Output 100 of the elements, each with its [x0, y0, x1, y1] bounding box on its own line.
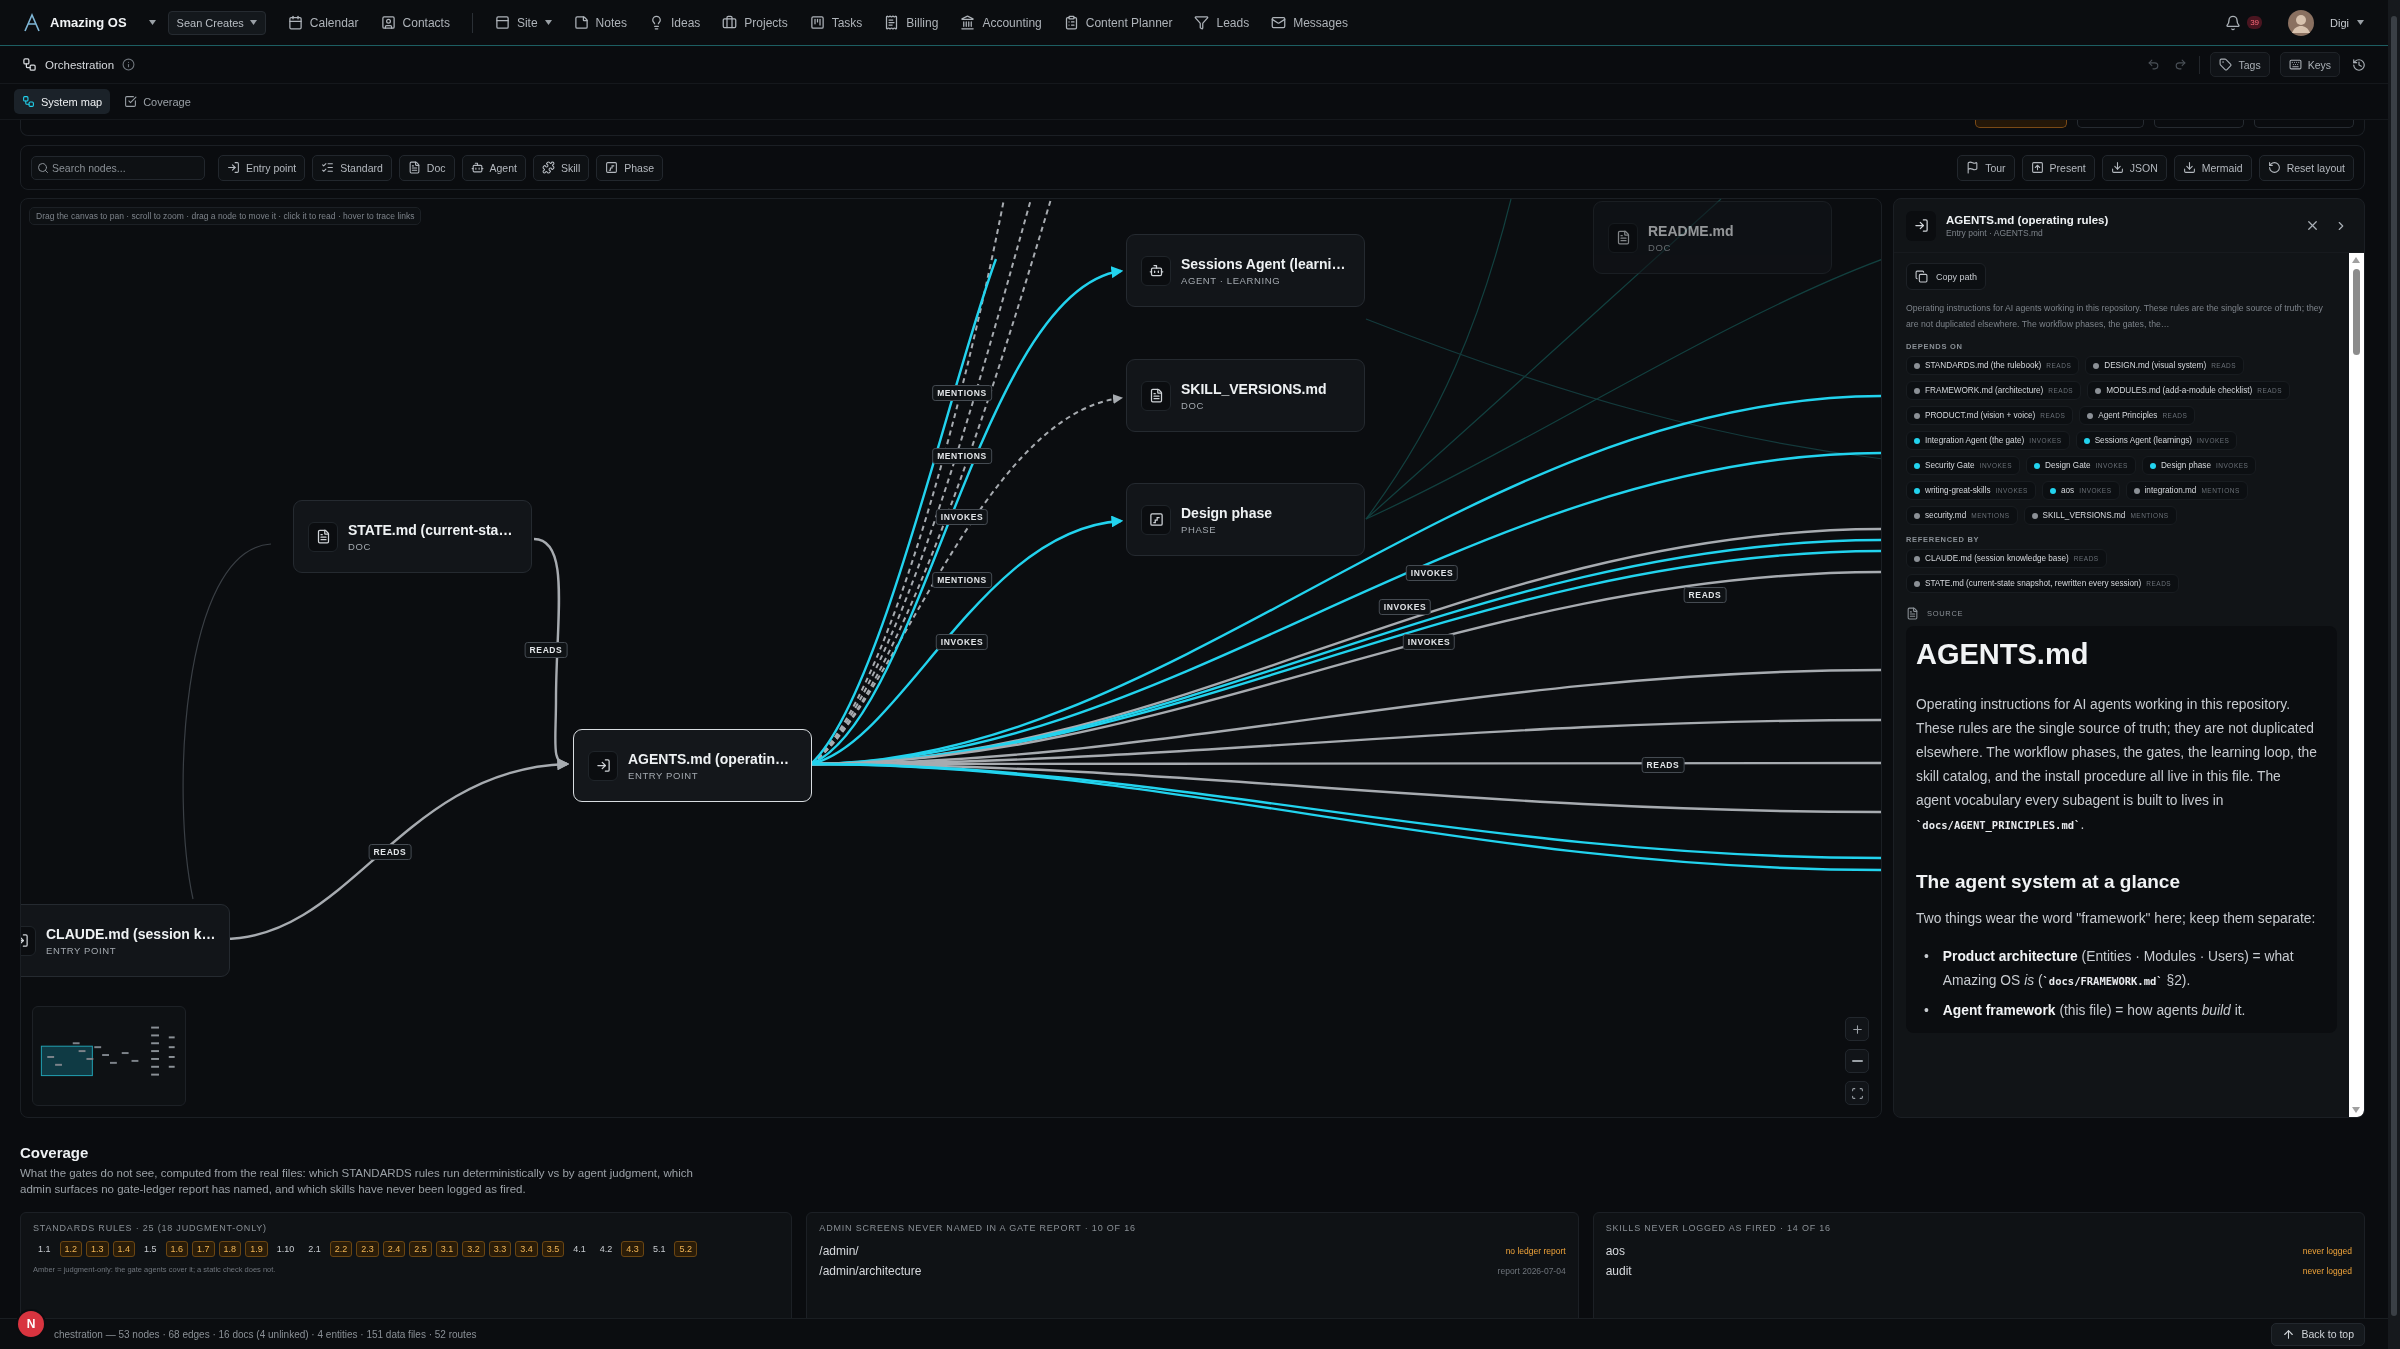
card-title: SKILLS NEVER LOGGED AS FIRED · 14 OF 16 — [1605, 1223, 1832, 1233]
node-type: ENTRY POINT — [46, 944, 118, 956]
nav-link[interactable]: Site — [494, 15, 552, 30]
report-status: no ledger report — [1505, 1246, 1566, 1256]
panel-subtitle: Entry point · AGENTS.md — [1946, 227, 2044, 238]
document-list-item: Agent framework (this file) = how agents build it. — [1942, 1002, 2246, 1020]
rule-tag: 1.9 — [245, 1241, 268, 1257]
node-title: AGENTS.md (operatin… — [628, 750, 789, 767]
graph-node[interactable]: CLAUDE.md (session k… ENTRY POINT — [21, 904, 230, 977]
rule-tag: 4.1 — [568, 1241, 591, 1257]
toolbar-button[interactable]: Present — [2021, 154, 2095, 181]
graph-node[interactable]: SKILL_VERSIONS.md DOC — [1126, 359, 1365, 432]
document-heading: AGENTS.md — [1916, 638, 2090, 671]
nav-link[interactable]: Ideas — [648, 15, 701, 30]
rule-tag: 2.5 — [409, 1241, 432, 1257]
node-type: DOC — [1648, 241, 1672, 253]
filter-button[interactable]: Doc — [398, 154, 455, 181]
nav-link[interactable]: Calendar — [287, 15, 359, 30]
skill-name: audit — [1605, 1264, 1632, 1278]
document-list-item: Product architecture (Entities · Modules · Users) = what Amazing OS is (`docs/FRAMEWORK.md` §2). — [1942, 948, 2295, 990]
card-title: ADMIN SCREENS NEVER NAMED IN A GATE REPORT · 10 OF 16 — [819, 1223, 1137, 1233]
filter-button[interactable]: Phase — [596, 154, 663, 181]
graph-node[interactable]: AGENTS.md (operatin… ENTRY POINT — [573, 729, 812, 802]
route-path: /admin/ — [819, 1244, 859, 1258]
graph-summary: chestration — 53 nodes · 68 edges · 16 docs (4 unlinked) · 4 entities · 151 data files · 52 routes — [54, 1328, 477, 1340]
notification-count: 39 — [2247, 16, 2263, 29]
edge-label: INVOKES — [1405, 565, 1459, 581]
node-type: AGENT · LEARNING — [1181, 274, 1282, 286]
bullet-marker: • — [1924, 948, 1929, 966]
rule-tag: 1.7 — [192, 1241, 215, 1257]
filter-button[interactable]: Standard — [312, 154, 392, 181]
page-title: Orchestration — [45, 58, 115, 71]
node-title: Design phase — [1181, 504, 1273, 521]
node-type: PHASE — [1181, 523, 1218, 535]
rule-tag: 2.1 — [303, 1241, 326, 1257]
rule-tag: 3.4 — [515, 1241, 538, 1257]
edge-label: INVOKES — [935, 634, 989, 650]
rule-tag: 3.3 — [488, 1241, 512, 1257]
rule-tag: 2.3 — [356, 1241, 379, 1257]
rule-tag: 1.8 — [218, 1241, 242, 1257]
edge-label: INVOKES — [1402, 634, 1456, 650]
rule-tag: 1.6 — [165, 1241, 189, 1257]
back-to-top-button[interactable]: Back to top — [2271, 1322, 2365, 1346]
filter-button[interactable]: Entry point — [218, 154, 306, 181]
toolbar-button[interactable]: Reset layout — [2258, 154, 2354, 181]
rule-tag: 2.2 — [329, 1241, 353, 1257]
node-type: DOC — [1181, 399, 1205, 411]
view-tab[interactable]: System map — [14, 89, 111, 114]
rule-tag: 2.4 — [382, 1241, 406, 1257]
document-paragraph: Two things wear the word "framework" here; keep them separate: — [1916, 910, 2317, 928]
graph-node[interactable]: Sessions Agent (learni… AGENT · LEARNING — [1126, 234, 1365, 307]
log-status: never logged — [2302, 1246, 2352, 1256]
rule-tag: 3.2 — [462, 1241, 485, 1257]
user-menu[interactable]: Digi — [2324, 15, 2370, 30]
edge-label: READS — [524, 642, 568, 658]
graph-node[interactable]: README.md DOC — [1593, 201, 1832, 274]
nav-link[interactable]: Contacts — [380, 15, 450, 30]
dev-badge[interactable]: N — [18, 1311, 44, 1337]
app-name[interactable]: Amazing OS — [50, 15, 127, 30]
report-status: report 2026-07-04 — [1497, 1266, 1566, 1276]
node-type: ENTRY POINT — [628, 769, 700, 781]
nav-link[interactable]: Messages — [1271, 15, 1348, 30]
document-paragraph: Operating instructions for AI agents working in this repository. These rules are the single source of truth; they are not duplicated elsewhere. The workflow phases, the gates, the learning loop, the skill catalog, and the install procedure all live in this file. The agent vocabulary every subagent is built to lives in `docs/AGENT_PRINCIPLES.md`. — [1916, 696, 2318, 834]
nav-link[interactable]: Projects — [722, 15, 788, 30]
filter-button[interactable]: Agent — [461, 154, 526, 181]
rule-tag: 1.5 — [139, 1241, 162, 1257]
workspace-selector[interactable]: Sean Creates — [167, 10, 266, 35]
edge-label: INVOKES — [1378, 599, 1432, 615]
nav-link[interactable]: Tasks — [809, 15, 863, 30]
copy-path-button[interactable]: Copy path — [1906, 263, 1987, 290]
filter-button[interactable]: Skill — [532, 154, 590, 181]
card-title: STANDARDS RULES · 25 (18 JUDGMENT-ONLY) — [33, 1223, 268, 1233]
toolbar-button[interactable]: JSON — [2101, 154, 2167, 181]
view-tab[interactable]: Coverage — [116, 89, 199, 114]
node-title: SKILL_VERSIONS.md — [1181, 380, 1327, 397]
edge-label: MENTIONS — [932, 572, 992, 588]
toolbar-button[interactable]: Tour — [1957, 154, 2015, 181]
graph-node[interactable]: Design phase PHASE — [1126, 483, 1365, 556]
header-button[interactable]: Keys — [2279, 52, 2340, 77]
nav-link[interactable]: Leads — [1194, 15, 1250, 30]
search-field[interactable]: Search nodes... — [31, 155, 205, 180]
graph-node[interactable]: STATE.md (current-sta… DOC — [293, 500, 532, 573]
node-title: README.md — [1648, 222, 1734, 239]
toolbar-button[interactable]: Mermaid — [2173, 154, 2252, 181]
log-status: never logged — [2302, 1266, 2352, 1276]
edge-label: READS — [1683, 587, 1727, 603]
rule-tag: 1.4 — [112, 1241, 136, 1257]
edge-label: READS — [368, 844, 412, 860]
rule-tag: 5.1 — [647, 1241, 671, 1257]
node-title: STATE.md (current-sta… — [348, 521, 513, 538]
nav-link[interactable]: Notes — [573, 15, 627, 30]
nav-link[interactable]: Content Planner — [1063, 15, 1173, 30]
node-title: Sessions Agent (learni… — [1181, 255, 1346, 272]
nav-link[interactable]: Billing — [884, 15, 939, 30]
nav-link[interactable]: Accounting — [960, 15, 1042, 30]
rule-tag: 3.1 — [435, 1241, 459, 1257]
rule-tag: 4.3 — [621, 1241, 644, 1257]
route-path: /admin/architecture — [819, 1264, 922, 1278]
header-button[interactable]: Tags — [2210, 52, 2270, 77]
panel-title: AGENTS.md (operating rules) — [1946, 213, 2110, 226]
